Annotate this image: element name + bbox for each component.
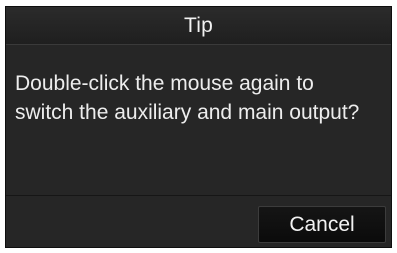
dialog-message: Double-click the mouse again to switch t… <box>15 69 385 127</box>
dialog-message-line-2: switch the auxiliary and main output? <box>15 101 360 124</box>
dialog-message-line-1: Double-click the mouse again to <box>15 72 314 95</box>
cancel-button[interactable]: Cancel <box>258 206 386 243</box>
dialog-body: Double-click the mouse again to switch t… <box>6 45 391 197</box>
dialog-titlebar: Tip <box>6 7 391 45</box>
dialog-title: Tip <box>184 13 213 37</box>
dialog-footer: Cancel <box>6 195 391 247</box>
tip-dialog: Tip Double-click the mouse again to swit… <box>5 6 392 248</box>
